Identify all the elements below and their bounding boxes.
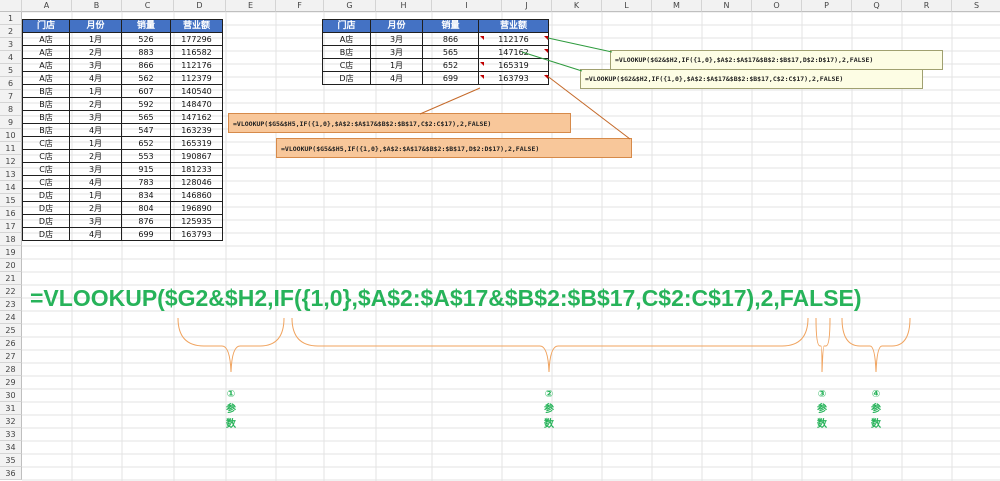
param-label-3: ③ 参 数 (817, 389, 827, 430)
brace-arg4 (841, 317, 911, 373)
brace-arg2 (291, 317, 809, 373)
param-label-1: ① 参 数 (226, 389, 236, 430)
brace-arg1 (177, 317, 285, 373)
param-label-2: ② 参 数 (544, 389, 554, 430)
argument-braces (177, 317, 911, 373)
brace-arg3 (815, 317, 831, 373)
param-label-4: ④ 参 数 (871, 389, 881, 430)
